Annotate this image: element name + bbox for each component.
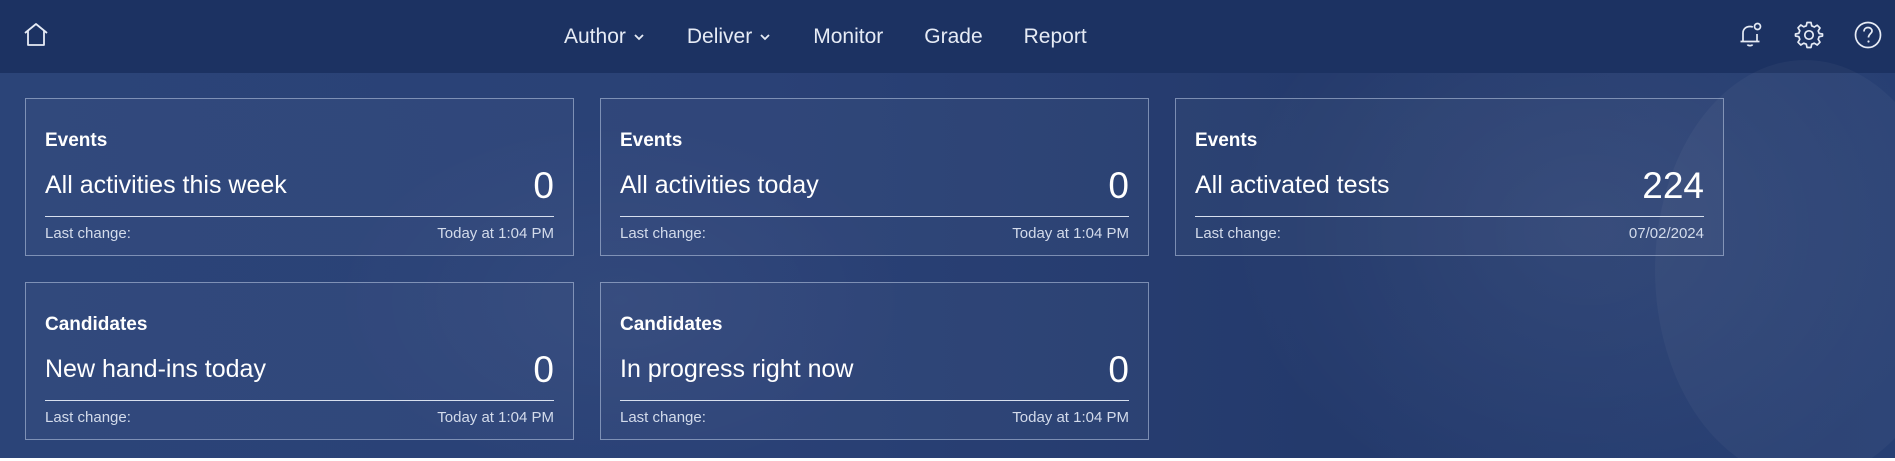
dashboard-app: Author Deliver Monitor Grade Report Even…: [0, 0, 1895, 458]
nav-grade-label: Grade: [924, 24, 983, 48]
card-value: 0: [1108, 349, 1129, 390]
nav-report[interactable]: Report: [1024, 0, 1087, 73]
card-meta-label: Last change:: [620, 409, 706, 426]
card-divider: [45, 400, 554, 401]
card-category: Candidates: [620, 314, 723, 335]
main-nav: Author Deliver Monitor Grade Report: [564, 0, 1128, 73]
stat-card-activated-tests[interactable]: Events All activated tests 224 Last chan…: [1175, 98, 1724, 256]
nav-deliver-label: Deliver: [686, 24, 753, 48]
nav-author[interactable]: Author: [564, 0, 646, 73]
nav-monitor-label: Monitor: [813, 24, 884, 48]
card-value: 224: [1642, 165, 1704, 206]
card-label: All activated tests: [1195, 171, 1390, 199]
card-category: Candidates: [45, 314, 148, 335]
card-value: 0: [533, 165, 554, 206]
card-divider: [620, 400, 1129, 401]
card-meta-value: Today at 1:04 PM: [1012, 409, 1129, 426]
card-meta-label: Last change:: [45, 409, 131, 426]
card-category: Events: [1195, 130, 1258, 151]
nav-monitor[interactable]: Monitor: [813, 0, 883, 73]
card-category: Events: [620, 130, 683, 151]
card-value: 0: [1108, 165, 1129, 206]
card-divider: [620, 216, 1129, 217]
card-meta-label: Last change:: [620, 225, 706, 242]
stat-card-in-progress[interactable]: Candidates In progress right now 0 Last …: [600, 282, 1149, 440]
card-divider: [45, 216, 554, 217]
nav-deliver[interactable]: Deliver: [687, 0, 772, 73]
card-label: New hand-ins today: [45, 355, 266, 383]
card-label: All activities this week: [45, 171, 287, 199]
stat-card-activities-week[interactable]: Events All activities this week 0 Last c…: [25, 98, 574, 256]
card-meta-value: Today at 1:04 PM: [437, 409, 554, 426]
card-divider: [1195, 216, 1704, 217]
notification-bell-icon[interactable]: [1735, 20, 1765, 50]
top-navigation-bar: Author Deliver Monitor Grade Report: [0, 0, 1895, 73]
settings-gear-icon[interactable]: [1794, 20, 1824, 50]
stat-card-activities-today[interactable]: Events All activities today 0 Last chang…: [600, 98, 1149, 256]
nav-report-label: Report: [1023, 24, 1087, 48]
card-meta-value: 07/02/2024: [1628, 225, 1704, 242]
card-category: Events: [45, 130, 108, 151]
home-icon[interactable]: [22, 21, 50, 49]
stat-card-new-hand-ins[interactable]: Candidates New hand-ins today 0 Last cha…: [25, 282, 574, 440]
nav-author-label: Author: [564, 24, 626, 48]
help-icon[interactable]: [1853, 20, 1883, 50]
card-value: 0: [533, 349, 554, 390]
chevron-down-icon: [760, 33, 770, 40]
card-meta-label: Last change:: [45, 225, 131, 242]
card-meta-label: Last change:: [1195, 225, 1281, 242]
card-label: All activities today: [620, 171, 819, 199]
card-meta-value: Today at 1:04 PM: [1012, 225, 1129, 242]
card-label: In progress right now: [620, 355, 854, 383]
chevron-down-icon: [634, 33, 644, 40]
card-meta-value: Today at 1:04 PM: [437, 225, 554, 242]
nav-grade[interactable]: Grade: [924, 0, 982, 73]
